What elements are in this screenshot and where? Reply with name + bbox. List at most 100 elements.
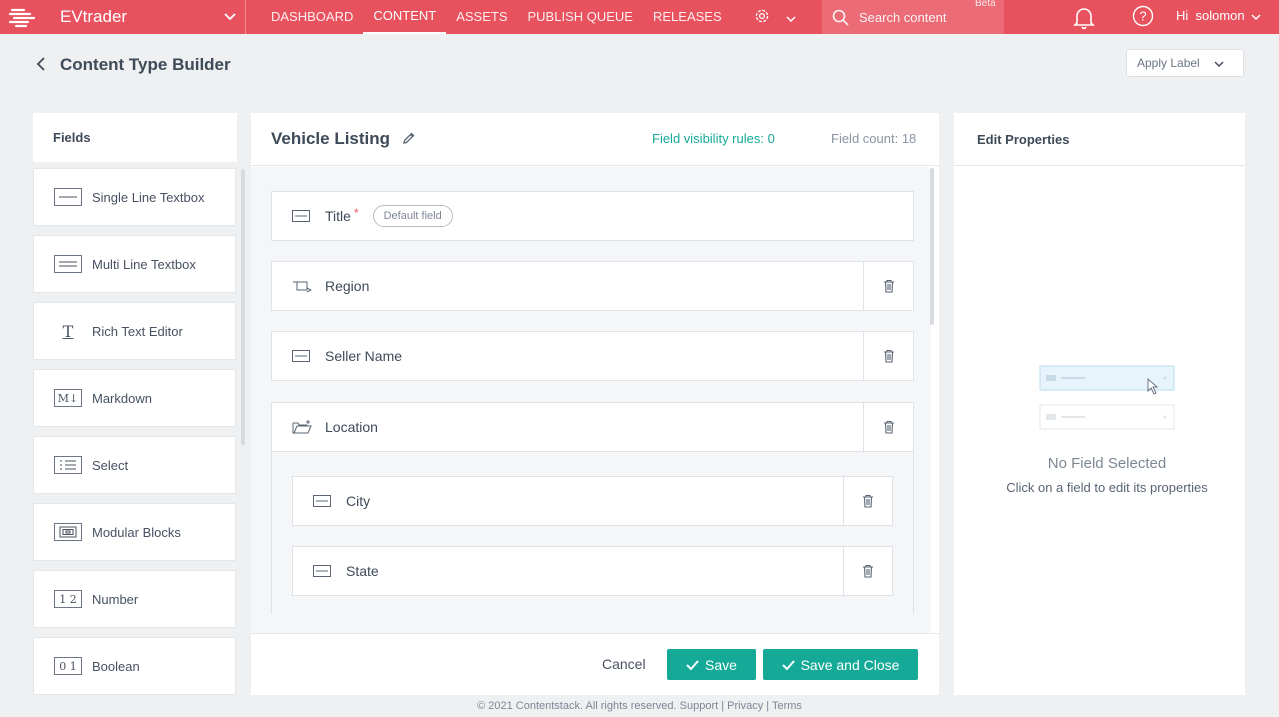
chevron-down-icon [786, 9, 796, 25]
field-label: Title [325, 208, 351, 224]
field-row-region[interactable]: Region [271, 261, 914, 311]
required-marker: * [353, 206, 359, 220]
builder-canvas: Title * Default field Region Seller Name… [251, 167, 931, 633]
gear-icon [754, 8, 770, 27]
nav-tab-releases[interactable]: RELEASES [643, 0, 732, 34]
field-type-label: Multi Line Textbox [92, 256, 196, 272]
no-field-selected-subtitle: Click on a field to edit its properties [1006, 480, 1208, 495]
single-line-icon [313, 565, 333, 577]
check-icon [686, 657, 699, 673]
beta-badge: Beta [975, 0, 996, 9]
field-row-title[interactable]: Title * Default field [271, 191, 914, 241]
save-button[interactable]: Save [667, 649, 756, 680]
divider [245, 0, 246, 34]
edit-properties-heading: Edit Properties [954, 113, 1245, 166]
save-label: Save [705, 656, 737, 673]
chevron-down-icon [1251, 8, 1261, 23]
single-line-icon [54, 188, 82, 206]
field-type-number[interactable]: 1 2 Number [33, 570, 236, 628]
help-icon[interactable]: ? [1132, 5, 1154, 30]
single-line-icon [292, 350, 312, 362]
field-type-list: Single Line Textbox Multi Line Textbox T… [33, 168, 237, 704]
field-label: State [346, 563, 379, 579]
field-row-state[interactable]: State [292, 546, 893, 596]
number-icon: 1 2 [54, 590, 82, 608]
fields-scrollbar[interactable] [241, 169, 245, 445]
builder-scrollbar[interactable] [930, 168, 934, 325]
app-logo-icon[interactable] [0, 0, 44, 34]
select-icon [54, 456, 82, 474]
settings-menu[interactable] [742, 0, 808, 34]
boolean-icon: 0 1 [54, 657, 82, 675]
content-type-name: Vehicle Listing [271, 129, 391, 148]
fields-heading: Fields [33, 113, 237, 162]
fields-panel: Fields Single Line Textbox Multi Line Te… [33, 113, 245, 695]
stack-switcher-chevron-icon[interactable] [215, 13, 245, 21]
field-type-markdown[interactable]: M↓ Markdown [33, 369, 236, 427]
save-and-close-button[interactable]: Save and Close [763, 649, 918, 680]
group-body: City State [272, 452, 913, 614]
search-icon [832, 9, 849, 26]
field-type-label: Select [92, 457, 129, 473]
field-row-city[interactable]: City [292, 476, 893, 526]
field-type-multi-line[interactable]: Multi Line Textbox [33, 235, 236, 293]
builder-footer: Cancel Save Save and Close [251, 633, 939, 695]
nav-tab-assets[interactable]: ASSETS [446, 0, 517, 34]
svg-text:?: ? [1139, 9, 1146, 24]
field-group-location[interactable]: Location City State [271, 402, 914, 614]
back-arrow-icon[interactable] [36, 56, 46, 74]
field-row-seller-name[interactable]: Seller Name [271, 331, 914, 381]
field-type-modular-blocks[interactable]: Modular Blocks [33, 503, 236, 561]
field-type-label: Rich Text Editor [92, 323, 183, 339]
group-folder-icon [292, 420, 312, 434]
nav-tab-content[interactable]: CONTENT [363, 0, 447, 34]
no-field-selected-title: No Field Selected [1047, 455, 1167, 472]
field-label: Region [325, 278, 370, 294]
chevron-down-icon [1214, 56, 1224, 70]
field-label: Seller Name [325, 348, 403, 364]
save-and-close-label: Save and Close [800, 656, 900, 673]
apply-label-text: Apply Label [1137, 56, 1200, 70]
delete-trash-icon[interactable] [863, 403, 913, 451]
field-type-select[interactable]: Select [33, 436, 236, 494]
delete-trash-icon[interactable] [863, 262, 913, 310]
rich-text-icon: T [62, 321, 74, 341]
stack-name[interactable]: EVtrader [60, 7, 215, 27]
search-input[interactable]: Search content [859, 10, 946, 25]
single-line-icon [313, 495, 333, 507]
main-nav: DASHBOARD CONTENT ASSETS PUBLISH QUEUE R… [261, 0, 732, 34]
notifications-bell-icon[interactable] [1071, 4, 1097, 33]
field-type-label: Modular Blocks [92, 524, 181, 540]
field-type-label: Single Line Textbox [92, 189, 205, 205]
default-field-badge: Default field [372, 205, 453, 227]
markdown-icon: M↓ [54, 389, 82, 407]
edit-pencil-icon[interactable] [402, 131, 416, 148]
delete-trash-icon[interactable] [843, 547, 892, 595]
modular-blocks-icon [54, 523, 82, 541]
builder-header: Vehicle Listing Field visibility rules: … [251, 113, 939, 166]
cancel-button[interactable]: Cancel [602, 656, 646, 672]
field-type-label: Markdown [92, 390, 152, 406]
field-type-label: Boolean [92, 658, 140, 674]
user-greeting: Hi solomon [1176, 8, 1245, 23]
nav-tab-dashboard[interactable]: DASHBOARD [261, 0, 363, 34]
field-label: City [346, 493, 371, 509]
field-type-label: Number [92, 591, 139, 607]
field-type-rich-text[interactable]: T Rich Text Editor [33, 302, 236, 360]
delete-trash-icon[interactable] [863, 332, 913, 380]
field-count: Field count: 18 [831, 131, 917, 146]
edit-properties-panel: Edit Properties No Field Selected Click … [954, 113, 1245, 695]
field-type-boolean[interactable]: 0 1 Boolean [33, 637, 236, 695]
group-header[interactable]: Location [272, 403, 913, 452]
field-label: Location [325, 419, 378, 435]
single-line-icon [292, 210, 312, 222]
page-header: Content Type Builder [36, 55, 231, 75]
apply-label-dropdown[interactable]: Apply Label [1126, 49, 1244, 77]
multi-line-icon [54, 255, 82, 273]
no-field-illustration [1039, 365, 1177, 438]
field-type-single-line[interactable]: Single Line Textbox [33, 168, 236, 226]
field-visibility-rules-link[interactable]: Field visibility rules: 0 [652, 131, 775, 146]
delete-trash-icon[interactable] [843, 477, 892, 525]
nav-tab-publish-queue[interactable]: PUBLISH QUEUE [518, 0, 643, 34]
user-menu[interactable]: Hi solomon [1176, 8, 1261, 23]
